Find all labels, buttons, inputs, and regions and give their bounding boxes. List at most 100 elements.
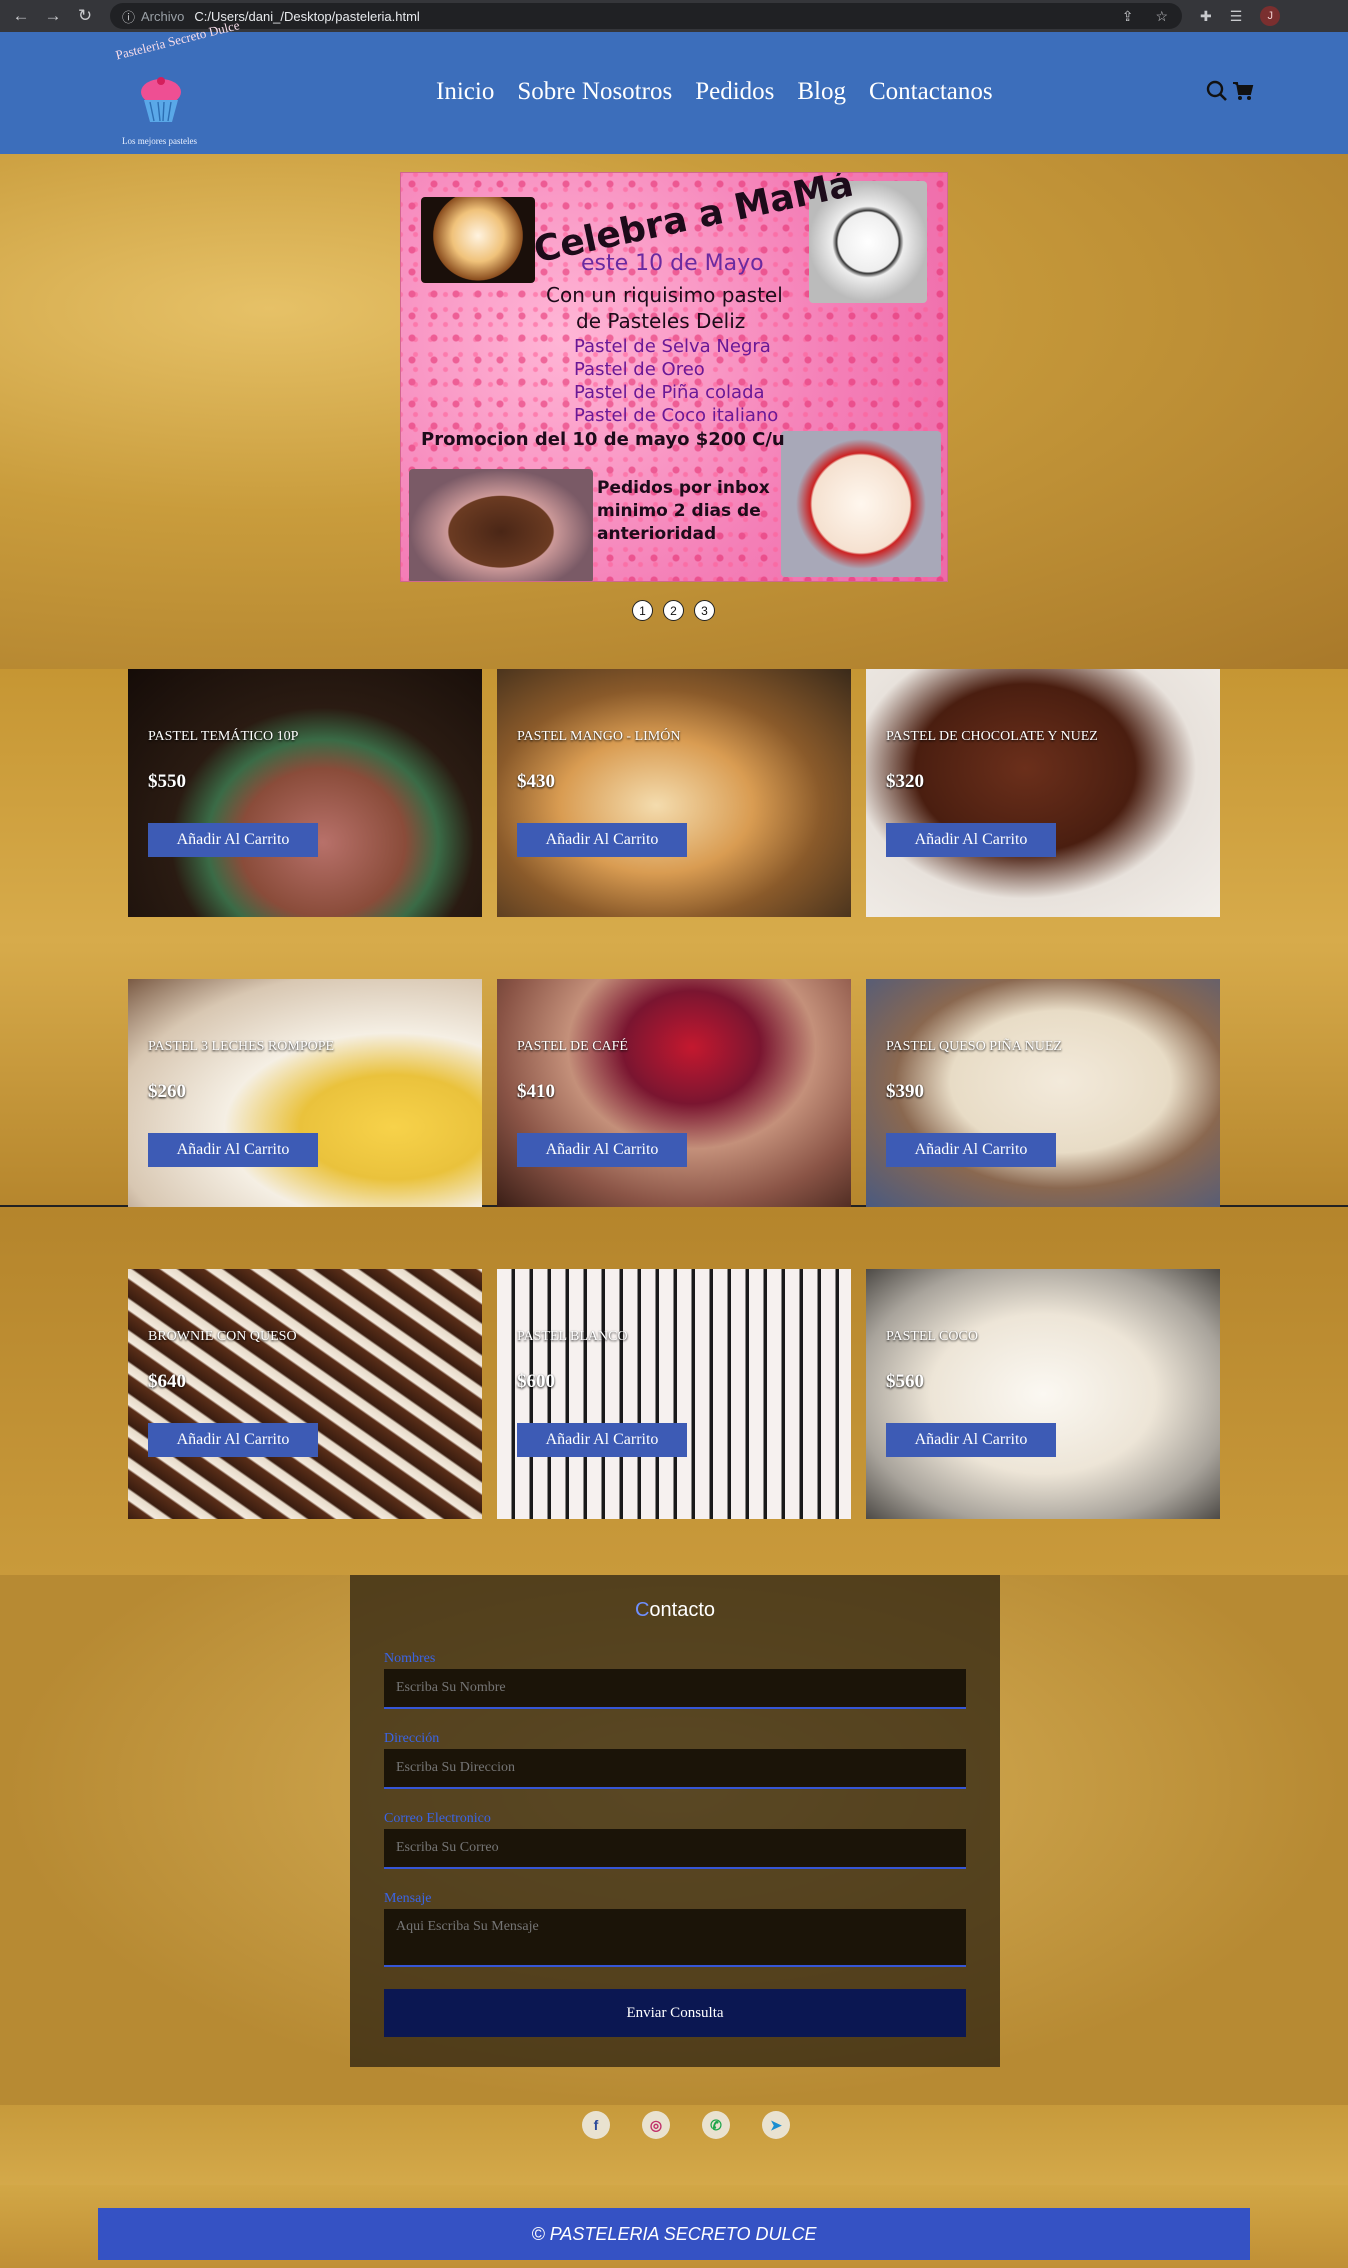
menu-item-blog[interactable]: Blog	[797, 78, 846, 106]
slider-dots: 1 2 3	[632, 600, 715, 621]
cupcake-icon	[141, 77, 181, 122]
product-price: $320	[886, 771, 924, 792]
menu-item-sobre-nosotros[interactable]: Sobre Nosotros	[517, 78, 672, 106]
contact-title: Contacto	[634, 1599, 716, 1621]
orders-note-line: anterioridad	[597, 524, 717, 544]
contact-form: Contacto Nombres Dirección Correo Electr…	[350, 1575, 1000, 2067]
slider-dot-1[interactable]: 1	[632, 600, 653, 621]
search-icon[interactable]	[1206, 80, 1228, 102]
instagram-icon[interactable]: ◎	[642, 2111, 670, 2139]
product-card: Pastel Temático 10P $550 Añadir Al Carri…	[128, 669, 482, 917]
cake-image-pina	[421, 197, 535, 283]
products-section: Pastel Temático 10P $550 Añadir Al Carri…	[0, 669, 1348, 1575]
site-logo[interactable]: Pasteleria Secreto Dulce Los mejores pas…	[108, 17, 241, 146]
address-field[interactable]	[384, 1749, 966, 1789]
product-name: Pastel Coco	[886, 1329, 978, 1344]
promo-line-1: Con un riquisimo pastel	[546, 283, 783, 307]
whatsapp-icon[interactable]: ✆	[702, 2111, 730, 2139]
contact-section: Contacto Nombres Dirección Correo Electr…	[0, 1575, 1348, 2105]
product-price: $410	[517, 1081, 555, 1102]
social-links: f ◎ ✆ ➤	[0, 2105, 1348, 2185]
product-price: $260	[148, 1081, 186, 1102]
promo-cake-list: Pastel de Selva Negra Pastel de Oreo Pas…	[574, 335, 778, 427]
menu-item-pedidos[interactable]: Pedidos	[695, 78, 774, 106]
product-name: Pastel 3 Leches Rompope	[148, 1039, 335, 1054]
promo-orders-note: Pedidos por inbox minimo 2 dias de anter…	[597, 477, 770, 546]
menu-item-inicio[interactable]: Inicio	[436, 78, 494, 106]
address-label: Dirección	[384, 1731, 440, 1746]
promo-cake-item: Pastel de Oreo	[574, 359, 705, 380]
info-icon[interactable]: ⓘ	[122, 7, 135, 26]
orders-note-line: minimo 2 dias de	[597, 501, 761, 521]
product-price: $430	[517, 771, 555, 792]
product-name: Pastel Blanco	[517, 1329, 628, 1344]
cake-image-chocolate	[409, 469, 593, 581]
promo-cake-item: Pastel de Selva Negra	[574, 336, 771, 357]
product-name: Pastel Mango - Limón	[517, 729, 681, 744]
product-name: Pastel Queso Piña Nuez	[886, 1039, 1062, 1054]
product-image	[497, 1269, 851, 1519]
product-price: $560	[886, 1371, 924, 1392]
slider-dot-3[interactable]: 3	[694, 600, 715, 621]
product-image	[866, 669, 1220, 917]
cart-icon[interactable]	[1232, 80, 1254, 102]
product-card: Pastel de Café $410 Añadir Al Carrito	[497, 979, 851, 1207]
add-to-cart-button[interactable]: Añadir Al Carrito	[148, 1423, 318, 1457]
reading-list-icon[interactable]: ☰	[1230, 8, 1243, 25]
slider-dot-2[interactable]: 2	[663, 600, 684, 621]
product-card: Pastel de Chocolate y Nuez $320 Añadir A…	[866, 669, 1220, 917]
share-icon[interactable]: ⇪	[1122, 8, 1134, 25]
product-image	[497, 669, 851, 917]
footer-bar: © PASTELERIA SECRETO DULCE	[98, 2208, 1250, 2260]
product-card: Pastel 3 Leches Rompope $260 Añadir Al C…	[128, 979, 482, 1207]
product-price: $550	[148, 771, 186, 792]
add-to-cart-button[interactable]: Añadir Al Carrito	[148, 823, 318, 857]
add-to-cart-button[interactable]: Añadir Al Carrito	[517, 1133, 687, 1167]
profile-avatar[interactable]: J	[1260, 6, 1281, 26]
product-name: Pastel Temático 10P	[148, 729, 299, 744]
product-name: Brownie con Queso	[148, 1329, 297, 1344]
promo-cake-item: Pastel de Coco italiano	[574, 405, 779, 426]
add-to-cart-button[interactable]: Añadir Al Carrito	[886, 1133, 1056, 1167]
product-image	[128, 1269, 482, 1519]
extensions-icon[interactable]: ✚	[1200, 8, 1212, 25]
add-to-cart-button[interactable]: Añadir Al Carrito	[886, 823, 1056, 857]
site-header: Pasteleria Secreto Dulce Los mejores pas…	[0, 17, 1348, 154]
product-name: Pastel de Café	[517, 1039, 628, 1054]
promo-cake-item: Pastel de Piña colada	[574, 382, 765, 403]
product-card: Brownie con Queso $640 Añadir Al Carrito	[128, 1269, 482, 1519]
name-field[interactable]	[384, 1669, 966, 1709]
submit-button[interactable]: Enviar Consulta	[384, 1989, 966, 2037]
message-label: Mensaje	[384, 1891, 432, 1906]
product-price: $390	[886, 1081, 924, 1102]
message-field[interactable]	[384, 1909, 966, 1967]
address-bar[interactable]: ⓘ Archivo C:/Users/dani_/Desktop/pastele…	[110, 3, 1182, 29]
add-to-cart-button[interactable]: Añadir Al Carrito	[148, 1133, 318, 1167]
reload-icon[interactable]: ↻	[76, 6, 94, 26]
facebook-icon[interactable]: f	[582, 2111, 610, 2139]
product-card: Pastel Coco $560 Añadir Al Carrito	[866, 1269, 1220, 1519]
product-name: Pastel de Chocolate y Nuez	[886, 729, 1098, 744]
forward-arrow-icon[interactable]: →	[44, 6, 62, 26]
product-card: Pastel Blanco $600 Añadir Al Carrito	[497, 1269, 851, 1519]
menu-item-contactanos[interactable]: Contactanos	[869, 78, 993, 106]
promo-slide: Celebra a MaMá este 10 de Mayo Con un ri…	[400, 172, 948, 582]
email-label: Correo Electronico	[384, 1811, 491, 1826]
back-arrow-icon[interactable]: ←	[12, 6, 30, 26]
product-card: Pastel Mango - Limón $430 Añadir Al Carr…	[497, 669, 851, 917]
bookmark-star-icon[interactable]: ☆	[1155, 8, 1168, 25]
product-image	[866, 1269, 1220, 1519]
add-to-cart-button[interactable]: Añadir Al Carrito	[517, 1423, 687, 1457]
add-to-cart-button[interactable]: Añadir Al Carrito	[517, 823, 687, 857]
add-to-cart-button[interactable]: Añadir Al Carrito	[886, 1423, 1056, 1457]
cake-image-coco	[781, 431, 941, 577]
main-menu: Inicio Sobre Nosotros Pedidos Blog Conta…	[436, 78, 993, 106]
email-field[interactable]	[384, 1829, 966, 1869]
protocol-label: Archivo	[141, 8, 185, 24]
hero-banner: Celebra a MaMá este 10 de Mayo Con un ri…	[0, 154, 1348, 669]
telegram-icon[interactable]: ➤	[762, 2111, 790, 2139]
product-card: Pastel Queso Piña Nuez $390 Añadir Al Ca…	[866, 979, 1220, 1207]
product-image	[128, 669, 482, 917]
footer-area: © PASTELERIA SECRETO DULCE	[0, 2185, 1348, 2268]
promo-line-2: de Pasteles Deliz	[576, 309, 746, 333]
